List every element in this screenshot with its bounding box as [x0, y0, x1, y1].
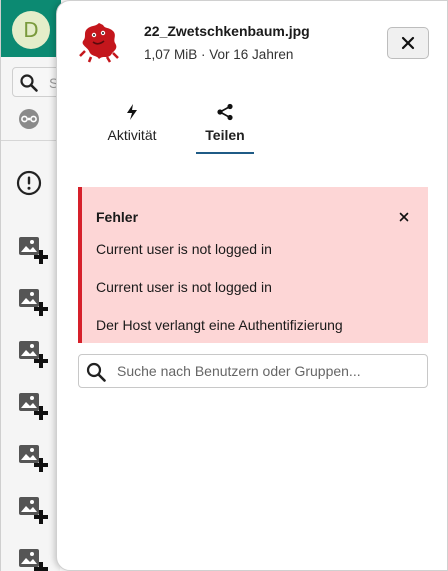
- file-age: Vor 16 Jahren: [209, 47, 294, 62]
- image-plus-icon[interactable]: [18, 392, 50, 427]
- red-creature-icon: [77, 19, 121, 63]
- active-tab-indicator: [196, 152, 254, 154]
- image-plus-icon[interactable]: [18, 444, 50, 479]
- share-search-field[interactable]: [78, 354, 428, 388]
- share-icon: [217, 103, 233, 121]
- image-plus-icon[interactable]: [18, 236, 50, 271]
- error-message: Der Host verlangt eine Authentifizierung: [96, 317, 343, 333]
- file-details-sidebar: 22_Zwetschkenbaum.jpg 1,07 MiB · Vor 16 …: [56, 0, 448, 571]
- share-search-input[interactable]: [117, 359, 417, 383]
- image-plus-icon[interactable]: [18, 288, 50, 323]
- app-navigation-strip: D S: [0, 0, 72, 571]
- app-header-bar: D: [1, 0, 61, 57]
- dismiss-error-button[interactable]: [395, 208, 413, 226]
- lightning-icon: [127, 104, 137, 120]
- search-icon: [20, 74, 38, 92]
- alert-circle-icon[interactable]: [16, 170, 42, 201]
- meta-separator: ·: [197, 47, 210, 62]
- close-icon: [401, 36, 415, 50]
- error-message: Current user is not logged in: [96, 279, 272, 295]
- tab-activity[interactable]: Aktivität: [97, 103, 167, 155]
- image-plus-icon[interactable]: [18, 496, 50, 531]
- image-plus-icon[interactable]: [18, 340, 50, 375]
- tab-activity-label: Aktivität: [107, 127, 157, 143]
- tab-share-label: Teilen: [205, 127, 245, 143]
- user-avatar[interactable]: D: [12, 11, 50, 49]
- file-name: 22_Zwetschkenbaum.jpg: [144, 23, 310, 39]
- federated-link-icon[interactable]: [17, 108, 41, 135]
- tab-share[interactable]: Teilen: [195, 103, 255, 155]
- close-icon: [399, 212, 409, 222]
- file-metadata: 1,07 MiB · Vor 16 Jahren: [144, 47, 293, 62]
- file-size: 1,07 MiB: [144, 47, 198, 62]
- image-plus-icon[interactable]: [18, 548, 50, 571]
- error-notification: Fehler Current user is not logged in Cur…: [78, 187, 428, 343]
- error-message: Current user is not logged in: [96, 241, 272, 257]
- close-sidebar-button[interactable]: [387, 27, 429, 59]
- error-title: Fehler: [96, 209, 139, 225]
- search-icon: [86, 362, 106, 382]
- strip-divider: [1, 140, 61, 141]
